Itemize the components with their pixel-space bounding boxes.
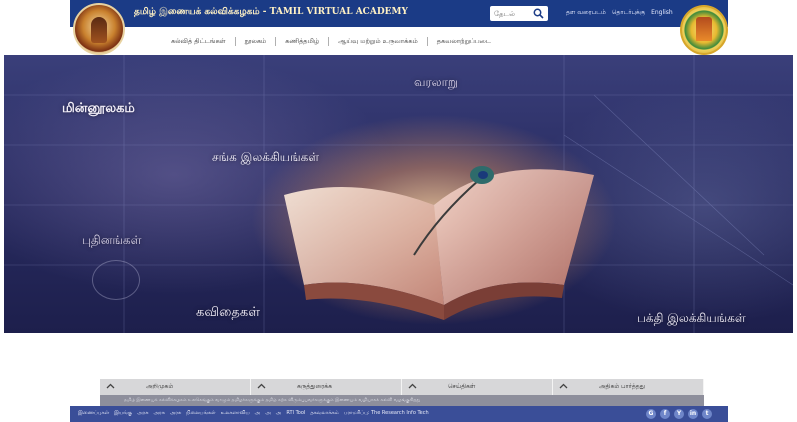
header-bar: தமிழ் இணையக் கல்விக்கழகம் - TAMIL VIRTUA… (70, 0, 728, 27)
emblem-tower (696, 17, 712, 41)
chevron-up-icon (106, 383, 115, 389)
chevron-up-icon (257, 383, 266, 389)
sitemap-link[interactable]: தள வரைபடம் (566, 9, 606, 17)
search-icon[interactable] (533, 8, 544, 19)
footer-link[interactable]: அரசு (137, 410, 148, 416)
hero-banner: மின்னூலகம் வரலாறு சங்க இலக்கியங்கள் புதி… (4, 55, 793, 333)
hero-link-novels[interactable]: புதினங்கள் (82, 233, 141, 249)
twitter-icon[interactable]: t (702, 409, 712, 419)
tab-label: அறிமுகம் (146, 383, 174, 390)
academy-logo-figure (91, 17, 107, 43)
main-nav: கல்வித் திட்டங்கள் நூலகம் கணித்தமிழ் ஆய்… (70, 27, 728, 55)
chevron-up-icon (408, 383, 417, 389)
footer-link[interactable]: RTI Tool (286, 410, 305, 416)
bottom-tabs: அறிமுகம் கருத்துரைக்க செய்திகள் அதிகம் ப… (100, 379, 704, 395)
ticker-text[interactable]: தமிழ் இணையக் கல்விக்கழகம் உலகெங்கும் வாழ… (124, 397, 420, 403)
footer-links: இணைப்புகள் இயங்கு அரசு அரசு அரசு நிலையங்… (78, 410, 429, 416)
tab-label: கருத்துரைக்க (297, 383, 332, 390)
footer: இணைப்புகள் இயங்கு அரசு அரசு அரசு நிலையங்… (70, 406, 728, 422)
top-links: தள வரைபடம் தொடர்புக்கு English (566, 9, 673, 17)
hero-link-sangam-literature[interactable]: சங்க இலக்கியங்கள் (212, 150, 319, 166)
nav-items: கல்வித் திட்டங்கள் நூலகம் கணித்தமிழ் ஆய்… (162, 37, 500, 46)
footer-link[interactable]: இயங்கு (114, 410, 132, 416)
footer-link[interactable]: பராமரிப்பு: The Research Info Tech (344, 410, 429, 416)
tab-feedback[interactable]: கருத்துரைக்க (251, 379, 402, 395)
academy-logo[interactable] (73, 3, 125, 55)
contact-link[interactable]: தொடர்புக்கு (612, 9, 645, 17)
footer-link[interactable]: நிலையங்கள் (186, 410, 215, 416)
footer-link[interactable]: அ (255, 410, 261, 416)
hero-link-ebooks[interactable]: மின்னூலகம் (62, 101, 135, 117)
tab-label: செய்திகள் (448, 383, 476, 390)
footer-link[interactable]: உலகளாவிய (221, 410, 250, 416)
facebook-icon[interactable]: f (660, 409, 670, 419)
search-input[interactable] (494, 8, 530, 19)
footer-link[interactable]: தகவலாக்கம் (310, 410, 338, 416)
english-link[interactable]: English (651, 9, 673, 17)
hero-decorative-circle (92, 260, 140, 300)
chevron-up-icon (559, 383, 568, 389)
footer-link[interactable]: அ (276, 410, 282, 416)
tab-most-viewed[interactable]: அதிகம் பார்த்தது (553, 379, 704, 395)
government-emblem (680, 5, 728, 55)
social-links: G f Y in t (646, 409, 712, 419)
nav-item-education[interactable]: கல்வித் திட்டங்கள் (162, 37, 235, 46)
footer-link[interactable]: அ (265, 410, 271, 416)
hero-link-history[interactable]: வரலாறு (414, 75, 458, 91)
tab-news[interactable]: செய்திகள் (402, 379, 553, 395)
page: தமிழ் இணையக் கல்விக்கழகம் - TAMIL VIRTUA… (0, 0, 797, 422)
footer-link[interactable]: இணைப்புகள் (78, 410, 109, 416)
footer-link[interactable]: அரசு (170, 410, 181, 416)
nav-item-research[interactable]: ஆய்வு மற்றும் உருவாக்கம் (329, 37, 427, 46)
linkedin-icon[interactable]: in (688, 409, 698, 419)
nav-item-computing[interactable]: கணித்தமிழ் (276, 37, 328, 46)
hero-link-poems[interactable]: கவிதைகள் (196, 305, 260, 321)
hero-link-bhakti-literature[interactable]: பக்தி இலக்கியங்கள் (637, 311, 746, 327)
tab-introduction[interactable]: அறிமுகம் (100, 379, 251, 395)
site-title[interactable]: தமிழ் இணையக் கல்விக்கழகம் - TAMIL VIRTUA… (134, 7, 408, 18)
youtube-icon[interactable]: Y (674, 409, 684, 419)
google-plus-icon[interactable]: G (646, 409, 656, 419)
open-book-illustration (284, 166, 594, 320)
search-box (490, 6, 548, 21)
news-ticker: தமிழ் இணையக் கல்விக்கழகம் உலகெங்கும் வாழ… (100, 395, 704, 406)
footer-link[interactable]: அரசு (153, 410, 164, 416)
nav-item-information[interactable]: தகவலாற்றுப்படை (428, 37, 500, 46)
nav-item-library[interactable]: நூலகம் (236, 37, 276, 46)
tab-label: அதிகம் பார்த்தது (599, 383, 645, 390)
